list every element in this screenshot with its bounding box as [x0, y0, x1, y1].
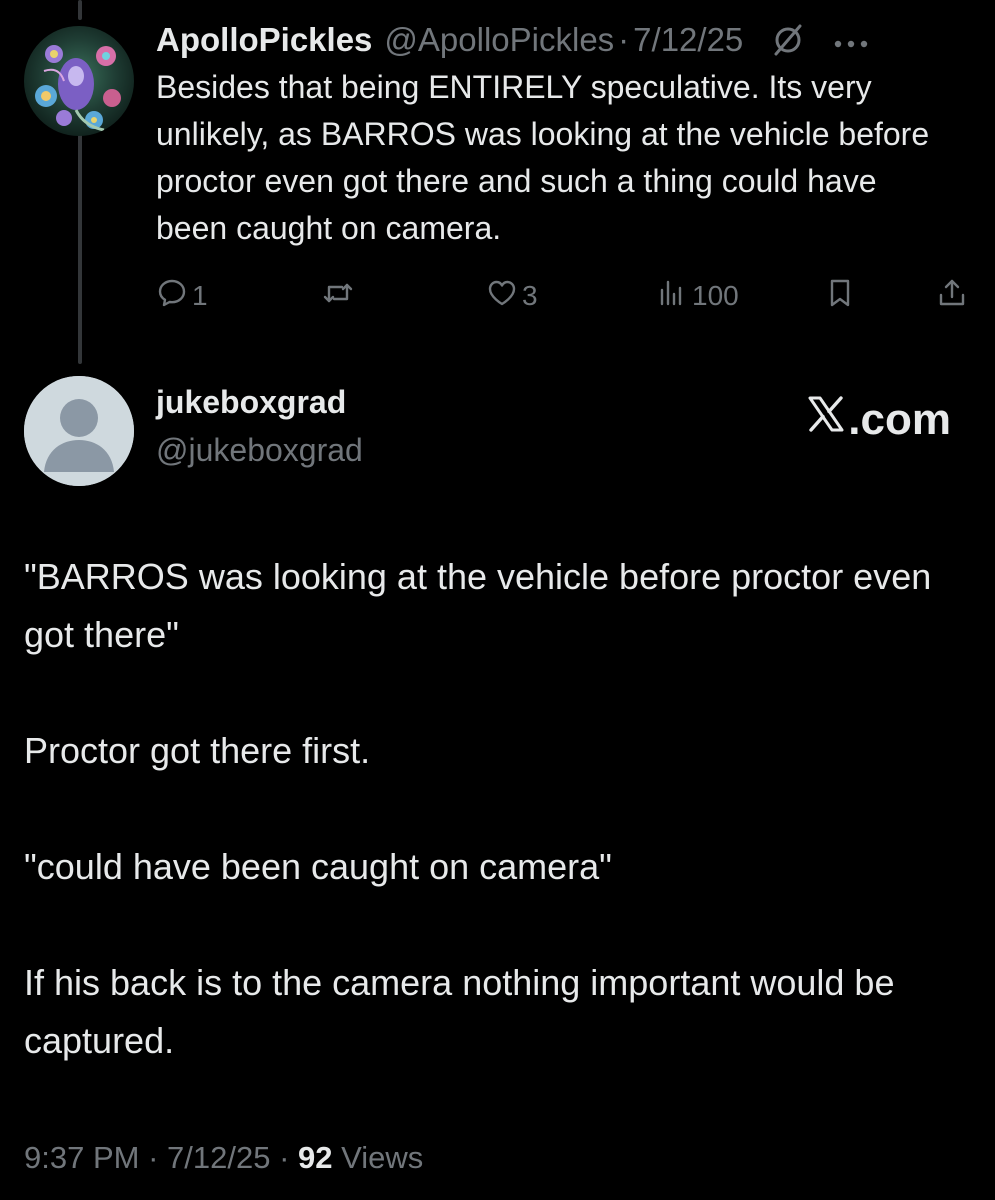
handle[interactable]: @jukeboxgrad: [156, 432, 363, 469]
brand-text: .com: [848, 394, 951, 444]
tweet-paragraph: Proctor got there first.: [24, 730, 371, 771]
views-label: Views: [341, 1140, 424, 1175]
tweet-time[interactable]: 9:37 PM: [24, 1140, 139, 1175]
tweet-paragraph: "BARROS was looking at the vehicle befor…: [24, 556, 932, 655]
separator: ·: [279, 1140, 290, 1175]
reply-count: 1: [192, 280, 208, 311]
tweet-header: ApolloPickles @ApolloPickles · 7/12/25: [156, 18, 976, 62]
default-avatar-icon: [24, 376, 134, 486]
avatar[interactable]: [24, 376, 134, 486]
handle[interactable]: @ApolloPickles: [384, 21, 614, 59]
analytics-icon: [656, 277, 688, 316]
views-count[interactable]: 92: [298, 1140, 332, 1175]
tweet-meta: 9:37 PM · 7/12/25 · 92 Views: [24, 1140, 423, 1176]
reply-icon: [156, 277, 188, 316]
parent-tweet-body: ApolloPickles @ApolloPickles · 7/12/25 B…: [156, 18, 976, 252]
like-button[interactable]: 3: [486, 276, 538, 316]
parent-tweet[interactable]: ApolloPickles @ApolloPickles · 7/12/25 B…: [0, 0, 995, 340]
separator: ·: [618, 21, 630, 58]
tweet-actions: 1 3 100: [156, 276, 972, 316]
share-button[interactable]: [936, 276, 968, 316]
tweet-paragraph: "could have been caught on camera": [24, 846, 612, 887]
display-name[interactable]: jukeboxgrad: [156, 384, 346, 421]
tweet-date[interactable]: 7/12/25: [633, 21, 743, 59]
tweet-date[interactable]: 7/12/25: [167, 1140, 270, 1175]
tweet-text: "BARROS was looking at the vehicle befor…: [24, 548, 964, 1128]
retweet-button[interactable]: [322, 276, 358, 316]
heart-icon: [486, 277, 518, 316]
separator: ·: [148, 1140, 159, 1175]
display-name[interactable]: ApolloPickles: [156, 21, 372, 59]
bookmark-button[interactable]: [824, 276, 856, 316]
tweet-paragraph: If his back is to the camera nothing imp…: [24, 962, 895, 1061]
tweet-text: Besides that being ENTIRELY speculative.…: [156, 69, 930, 246]
retweet-icon: [322, 277, 354, 316]
like-count: 3: [522, 280, 538, 311]
reply-button[interactable]: 1: [156, 276, 208, 316]
grok-icon[interactable]: [771, 23, 805, 57]
bookmark-icon: [824, 277, 856, 316]
x-logo-icon: [806, 394, 848, 445]
psychedelic-art-icon: [24, 26, 134, 136]
avatar[interactable]: [24, 26, 134, 136]
views-button[interactable]: 100: [656, 276, 739, 316]
view-count: 100: [692, 280, 739, 311]
x-com-logo: .com: [806, 394, 951, 445]
more-icon[interactable]: [833, 23, 869, 57]
share-icon: [936, 277, 968, 316]
